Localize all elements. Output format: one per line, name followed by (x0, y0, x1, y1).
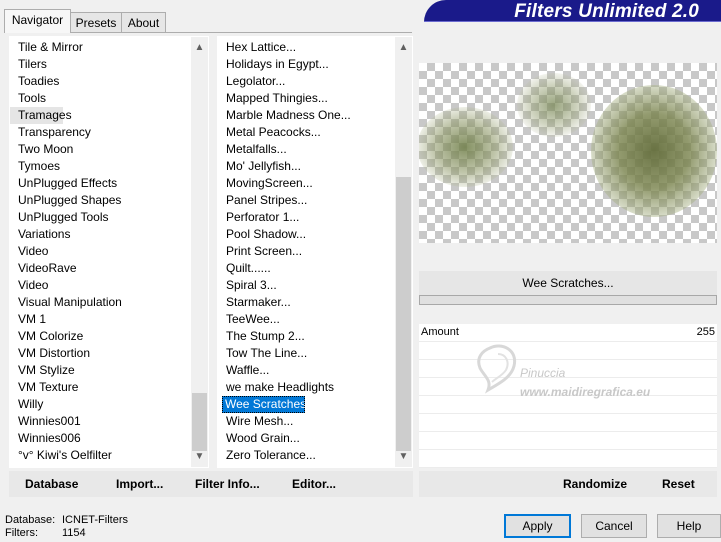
category-scroll-thumb[interactable] (192, 393, 207, 451)
filter-list-item[interactable]: Print Screen... (218, 243, 395, 260)
category-list-item[interactable]: UnPlugged Shapes (10, 192, 191, 209)
filter-list-item[interactable]: Holidays in Egypt... (218, 56, 395, 73)
selected-filter-name: Wee Scratches... (419, 271, 717, 295)
tab-presets[interactable]: Presets (70, 12, 122, 32)
preview-blob-left (419, 107, 513, 187)
category-list-item[interactable]: Tramages (10, 107, 72, 124)
filter-list[interactable]: Hex Lattice... Holidays in Egypt... Legola… (217, 36, 413, 468)
category-list-item[interactable]: Winnies006 (10, 430, 191, 447)
category-list-item[interactable]: VM Colorize (10, 328, 191, 345)
randomize-button[interactable]: Randomize (563, 471, 627, 497)
category-list-item[interactable]: VM 1 (10, 311, 191, 328)
category-list-item[interactable]: Video (10, 243, 191, 260)
filters-count: 1154 (62, 527, 86, 539)
filter-list-item[interactable]: Perforator 1... (218, 209, 395, 226)
category-scrollbar[interactable]: ▲ ▼ (191, 37, 208, 467)
filter-list-item[interactable]: Wood Grain... (218, 430, 395, 447)
category-list-item[interactable]: Variations (10, 226, 191, 243)
category-list-item[interactable]: Two Moon (10, 141, 191, 158)
amount-label: Amount (421, 326, 459, 338)
help-button[interactable]: Help (657, 514, 721, 538)
filter-list-item[interactable]: Mapped Thingies... (218, 90, 395, 107)
scroll-down-icon[interactable]: ▼ (191, 448, 208, 465)
category-list-item[interactable]: Tile & Mirror (10, 39, 191, 56)
filter-list-item[interactable]: Waffle... (218, 362, 395, 379)
cancel-button[interactable]: Cancel (581, 514, 647, 538)
database-value: ICNET-Filters (62, 514, 128, 526)
scroll-up-icon[interactable]: ▲ (191, 39, 208, 56)
param-row-empty (419, 432, 717, 450)
category-list-item[interactable]: VM Distortion (10, 345, 191, 362)
category-list-item[interactable]: Visual Manipulation (10, 294, 191, 311)
right-button-row: Randomize Reset (419, 471, 717, 497)
filter-list-item[interactable]: Starmaker... (218, 294, 395, 311)
category-list-item[interactable]: Tools (10, 90, 191, 107)
filter-list-item[interactable]: we make Headlights (218, 379, 395, 396)
filter-list-item[interactable]: Pool Shadow... (218, 226, 395, 243)
watermark-url: www.maidiregrafica.eu (520, 385, 651, 399)
category-list-item[interactable]: VM Texture (10, 379, 191, 396)
param-row-empty (419, 414, 717, 432)
filter-list-item[interactable]: Mo' Jellyfish... (218, 158, 395, 175)
category-list-item[interactable]: VideoRave (10, 260, 191, 277)
filter-list-item[interactable]: MovingScreen... (218, 175, 395, 192)
param-row-empty (419, 450, 717, 468)
filter-list-item[interactable]: TeeWee... (218, 311, 395, 328)
filter-list-item[interactable]: Spiral 3... (218, 277, 395, 294)
preview-canvas (419, 63, 717, 243)
filter-scrollbar[interactable]: ▲ ▼ (395, 37, 412, 467)
category-list-item[interactable]: UnPlugged Tools (10, 209, 191, 226)
filters-label: Filters: (5, 527, 38, 539)
filter-list-item[interactable]: Wee Scratches... (222, 396, 316, 413)
reset-button[interactable]: Reset (662, 471, 695, 497)
filter-list-item[interactable]: Metalfalls... (218, 141, 395, 158)
banner-title: Filters Unlimited 2.0 (514, 1, 699, 22)
filter-list-item[interactable]: Zero Tolerance... (218, 447, 395, 464)
filter-list-item[interactable]: Panel Stripes... (218, 192, 395, 209)
filter-list-item[interactable]: Quilt...... (218, 260, 395, 277)
filter-list-item[interactable]: Wire Mesh... (218, 413, 395, 430)
filter-progress-bar (419, 295, 717, 305)
filter-list-item[interactable]: Tow The Line... (218, 345, 395, 362)
editor-button[interactable]: Editor... (292, 471, 336, 497)
category-list-item[interactable]: Willy (10, 396, 191, 413)
category-list-item[interactable]: Winnies001 (10, 413, 191, 430)
left-button-row: Database Import... Filter Info... Editor… (9, 471, 413, 497)
tab-about[interactable]: About (121, 12, 166, 32)
category-list-item[interactable]: °v° Kiwi's Oelfilter (10, 447, 191, 464)
filter-list-item[interactable]: The Stump 2... (218, 328, 395, 345)
filter-list-item[interactable]: Marble Madness One... (218, 107, 395, 124)
app-banner: Filters Unlimited 2.0 (424, 0, 721, 22)
scroll-down-icon[interactable]: ▼ (395, 448, 412, 465)
filter-list-item[interactable]: Metal Peacocks... (218, 124, 395, 141)
filter-items: Hex Lattice... Holidays in Egypt... Legola… (218, 39, 395, 464)
apply-button[interactable]: Apply (504, 514, 571, 538)
filter-scroll-thumb[interactable] (396, 177, 411, 451)
preview-blob-middle (517, 73, 591, 137)
watermark-name: Pinuccia (520, 366, 566, 380)
category-list-item[interactable]: VM Stylize (10, 362, 191, 379)
watermark: Pinuccia www.maidiregrafica.eu (470, 340, 710, 400)
category-list-item[interactable]: UnPlugged Effects (10, 175, 191, 192)
database-button[interactable]: Database (25, 471, 78, 497)
category-items: Tile & Mirror Tilers Toadies Tools Tramages T… (10, 39, 191, 464)
database-label: Database: (5, 514, 56, 526)
amount-value: 255 (696, 326, 715, 338)
filter-list-item[interactable]: Hex Lattice... (218, 39, 395, 56)
category-list-item[interactable]: Transparency (10, 124, 191, 141)
category-list-item[interactable]: Tilers (10, 56, 191, 73)
category-list[interactable]: Tile & Mirror Tilers Toadies Tools Tramages T… (9, 36, 209, 468)
preview-blob-right (591, 85, 717, 217)
category-list-item[interactable]: Toadies (10, 73, 191, 90)
category-list-item[interactable]: Tymoes (10, 158, 191, 175)
filter-list-item[interactable]: Legolator... (218, 73, 395, 90)
scroll-up-icon[interactable]: ▲ (395, 39, 412, 56)
category-list-item[interactable]: Video (10, 277, 191, 294)
tab-navigator[interactable]: Navigator (4, 9, 71, 33)
import-button[interactable]: Import... (116, 471, 163, 497)
filter-info-button[interactable]: Filter Info... (195, 471, 260, 497)
